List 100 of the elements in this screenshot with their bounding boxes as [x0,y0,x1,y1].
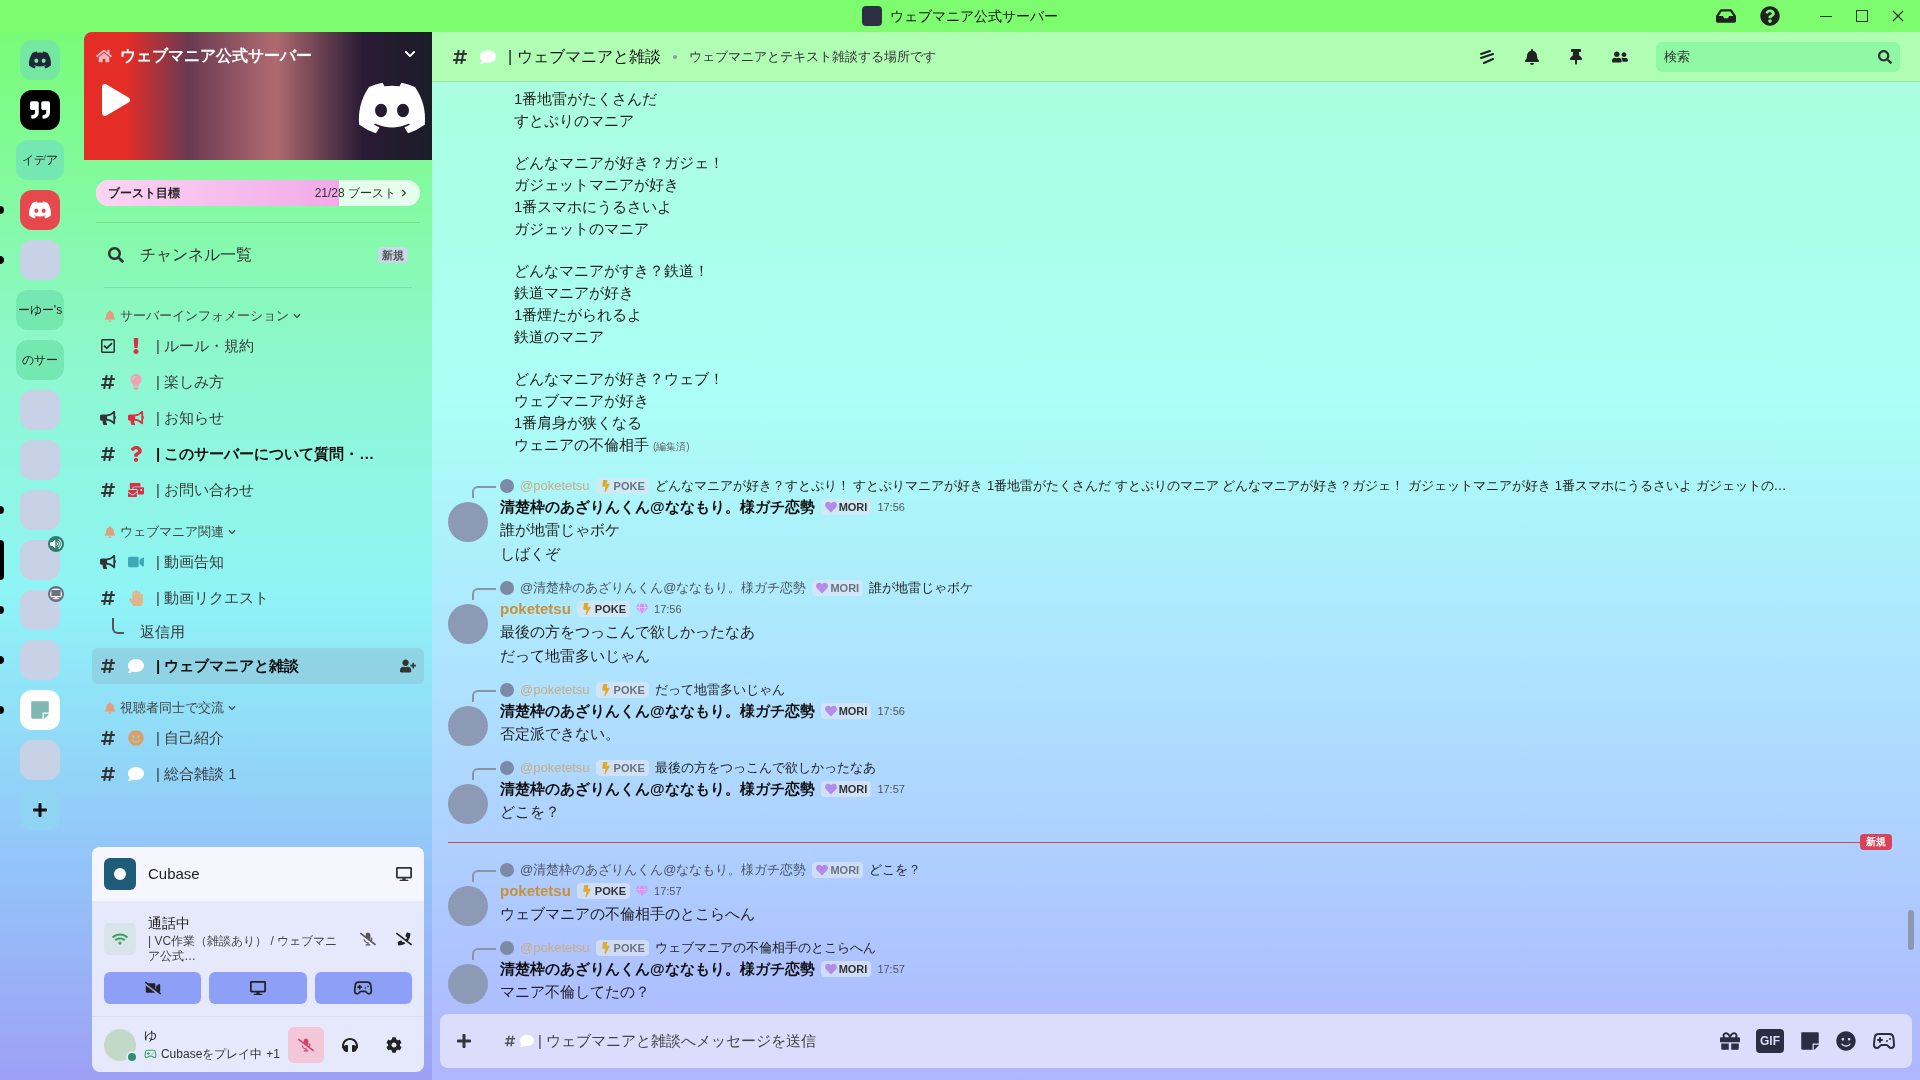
server-item[interactable]: イデア [0,140,80,180]
timestamp: 17:57 [636,882,682,900]
message-text: ウェブマニアの不倫相手のとこらへん [500,904,756,924]
server-item[interactable]: のサー [0,340,80,380]
gift-icon[interactable] [1720,1031,1740,1051]
channel-browser-label: チャンネル一覧 [140,245,253,265]
channel-name: | 総合雑談 1 [156,763,238,784]
avatar [448,706,488,746]
channel-item[interactable]: | 楽しみ方 [92,364,424,400]
message-text: 1番肩身が狭くなる [514,414,643,431]
scrollbar-thumb[interactable] [1908,910,1914,950]
disconnect-icon[interactable] [396,930,412,947]
server-icon[interactable]: イデア [16,140,64,180]
gif-button[interactable]: GIF [1756,1029,1784,1053]
channel-item[interactable]: | 動画告知 [92,544,424,580]
close-icon[interactable] [1892,10,1904,22]
message-input[interactable]: | ウェブマニアと雑談へメッセージを送信 [538,1029,1704,1053]
channel-item[interactable]: | このサーバーについて質問・… [92,436,424,472]
app-logo [862,6,882,26]
new-messages-label: 新規 [1860,834,1892,850]
server-image-placeholder[interactable] [20,540,60,580]
add-server-button[interactable] [20,790,60,830]
thread-item[interactable]: 返信用 [140,620,185,644]
server-image-placeholder[interactable] [20,590,60,630]
channel-name: | お問い合わせ [156,479,256,500]
reply-author: @清楚枠のあざりんくん@ななもり。様ガチ恋勢 [520,861,807,880]
notification-bell-icon[interactable] [1524,48,1540,65]
channel-item[interactable]: | お問い合わせ [92,472,424,508]
channel-name: | ウェブマニアと雑談 [156,655,301,676]
message-text: ウェブマニアが好き [514,392,649,409]
channel-item[interactable]: | お知らせ [92,400,424,436]
channel-name: | 動画リクエスト [156,587,271,608]
server-icon[interactable] [20,90,60,130]
message-text: ガジェットのマニア [514,220,649,237]
attach-icon[interactable] [456,1033,472,1049]
lightbulb-icon [128,374,144,390]
pin-icon[interactable] [1568,48,1584,65]
voice-channel-name[interactable]: | VC作業（雑談あり） / ウェブマニア公式… [148,934,348,964]
hash-icon [100,482,116,498]
screen-share-icon[interactable] [396,866,412,882]
microphone-muted-icon [298,1036,314,1053]
message-text: どんなマニアがすき？鉄道！ [514,262,709,279]
reply-preview: 誰が地雷じゃボケ [869,579,974,598]
role-tag: MORI [820,702,872,720]
help-icon[interactable] [1760,6,1780,26]
channel-item[interactable]: | 総合雑談 1 [92,756,424,792]
channel-item[interactable]: | ウェブマニアと雑談 [92,648,424,684]
invite-icon [400,658,416,674]
lightning-icon [599,942,612,954]
heart-icon [816,582,829,594]
heart-icon [824,963,837,975]
channel-item[interactable]: | ルール・規約 [92,328,424,364]
gamepad-icon [353,978,374,998]
inbox-icon[interactable] [1716,6,1736,26]
reply-preview: ウェブマニアの不倫相手のとこらへん [654,939,876,958]
thread-connector [112,618,124,634]
home-button[interactable] [20,40,60,80]
new-badge: 新規 [378,246,408,264]
message-text: 鉄道のマニア [514,328,604,345]
avatar [448,886,488,926]
chevron-right-icon [400,189,408,197]
headphones-icon [342,1036,358,1053]
boost-goal-label: ブースト目標 [108,185,181,202]
message-text: 1番地雷がたくさんだ [514,90,658,107]
channel-item[interactable]: | 自己紹介 [92,720,424,756]
lightning-icon [599,762,612,774]
category-icon [104,310,116,322]
boost-progress-bar[interactable]: ブースト目標 21/28 ブースト [96,180,420,206]
threads-icon[interactable] [1478,47,1496,66]
message-text: しばくぞ [500,544,562,564]
search-field[interactable]: 検索 [1656,41,1900,72]
reply-avatar [500,941,514,955]
sticker-icon[interactable] [1800,1031,1820,1051]
role-tag: MORI [812,861,864,879]
maximize-icon[interactable] [1856,10,1868,22]
server-icon[interactable]: ーゆー's [16,290,64,330]
megaphone-icon [100,410,116,426]
minimize-icon[interactable] [1820,15,1832,17]
screen-share-button[interactable] [209,972,307,1004]
category-header[interactable]: ウェブマニア関連 [104,520,432,544]
speech-bubble-icon [128,766,144,782]
server-name: ウェブマニア公式サーバー [120,46,312,66]
reply-avatar [500,581,514,595]
mute-button[interactable] [288,1026,324,1063]
channel-browser-item[interactable]: チャンネル一覧 新規 [100,235,416,275]
search-icon [1878,49,1892,64]
emoji-icon[interactable] [1836,1031,1856,1051]
screen-share-icon [250,980,266,996]
avatar [448,964,488,1004]
home-icon [96,48,112,64]
server-icon[interactable]: のサー [16,340,64,380]
category-header[interactable]: 視聴者同士で交流 [104,696,432,720]
camera-button[interactable] [104,972,202,1004]
server-banner[interactable]: ウェブマニア公式サーバー [84,32,432,160]
user-avatar[interactable] [104,1028,136,1061]
activity-button[interactable] [314,972,412,1004]
server-item[interactable]: ーゆー's [0,290,80,330]
channel-item[interactable]: | 動画リクエスト [92,580,424,616]
category-header[interactable]: サーバーインフォメーション [104,304,432,328]
message-field[interactable]: | ウェブマニアと雑談へメッセージを送信 GIF [440,1014,1912,1068]
